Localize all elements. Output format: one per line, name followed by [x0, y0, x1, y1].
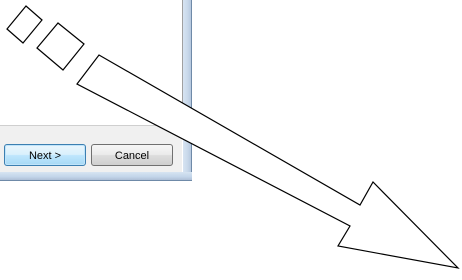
screenshot-stage: Next > Cancel	[0, 0, 462, 280]
annotation-overlay	[6, 5, 460, 269]
arrow-dash-1	[6, 5, 43, 44]
arrow-dash-2	[36, 22, 85, 71]
arrow-pointer-icon	[6, 5, 460, 269]
arrow-body	[76, 54, 460, 269]
